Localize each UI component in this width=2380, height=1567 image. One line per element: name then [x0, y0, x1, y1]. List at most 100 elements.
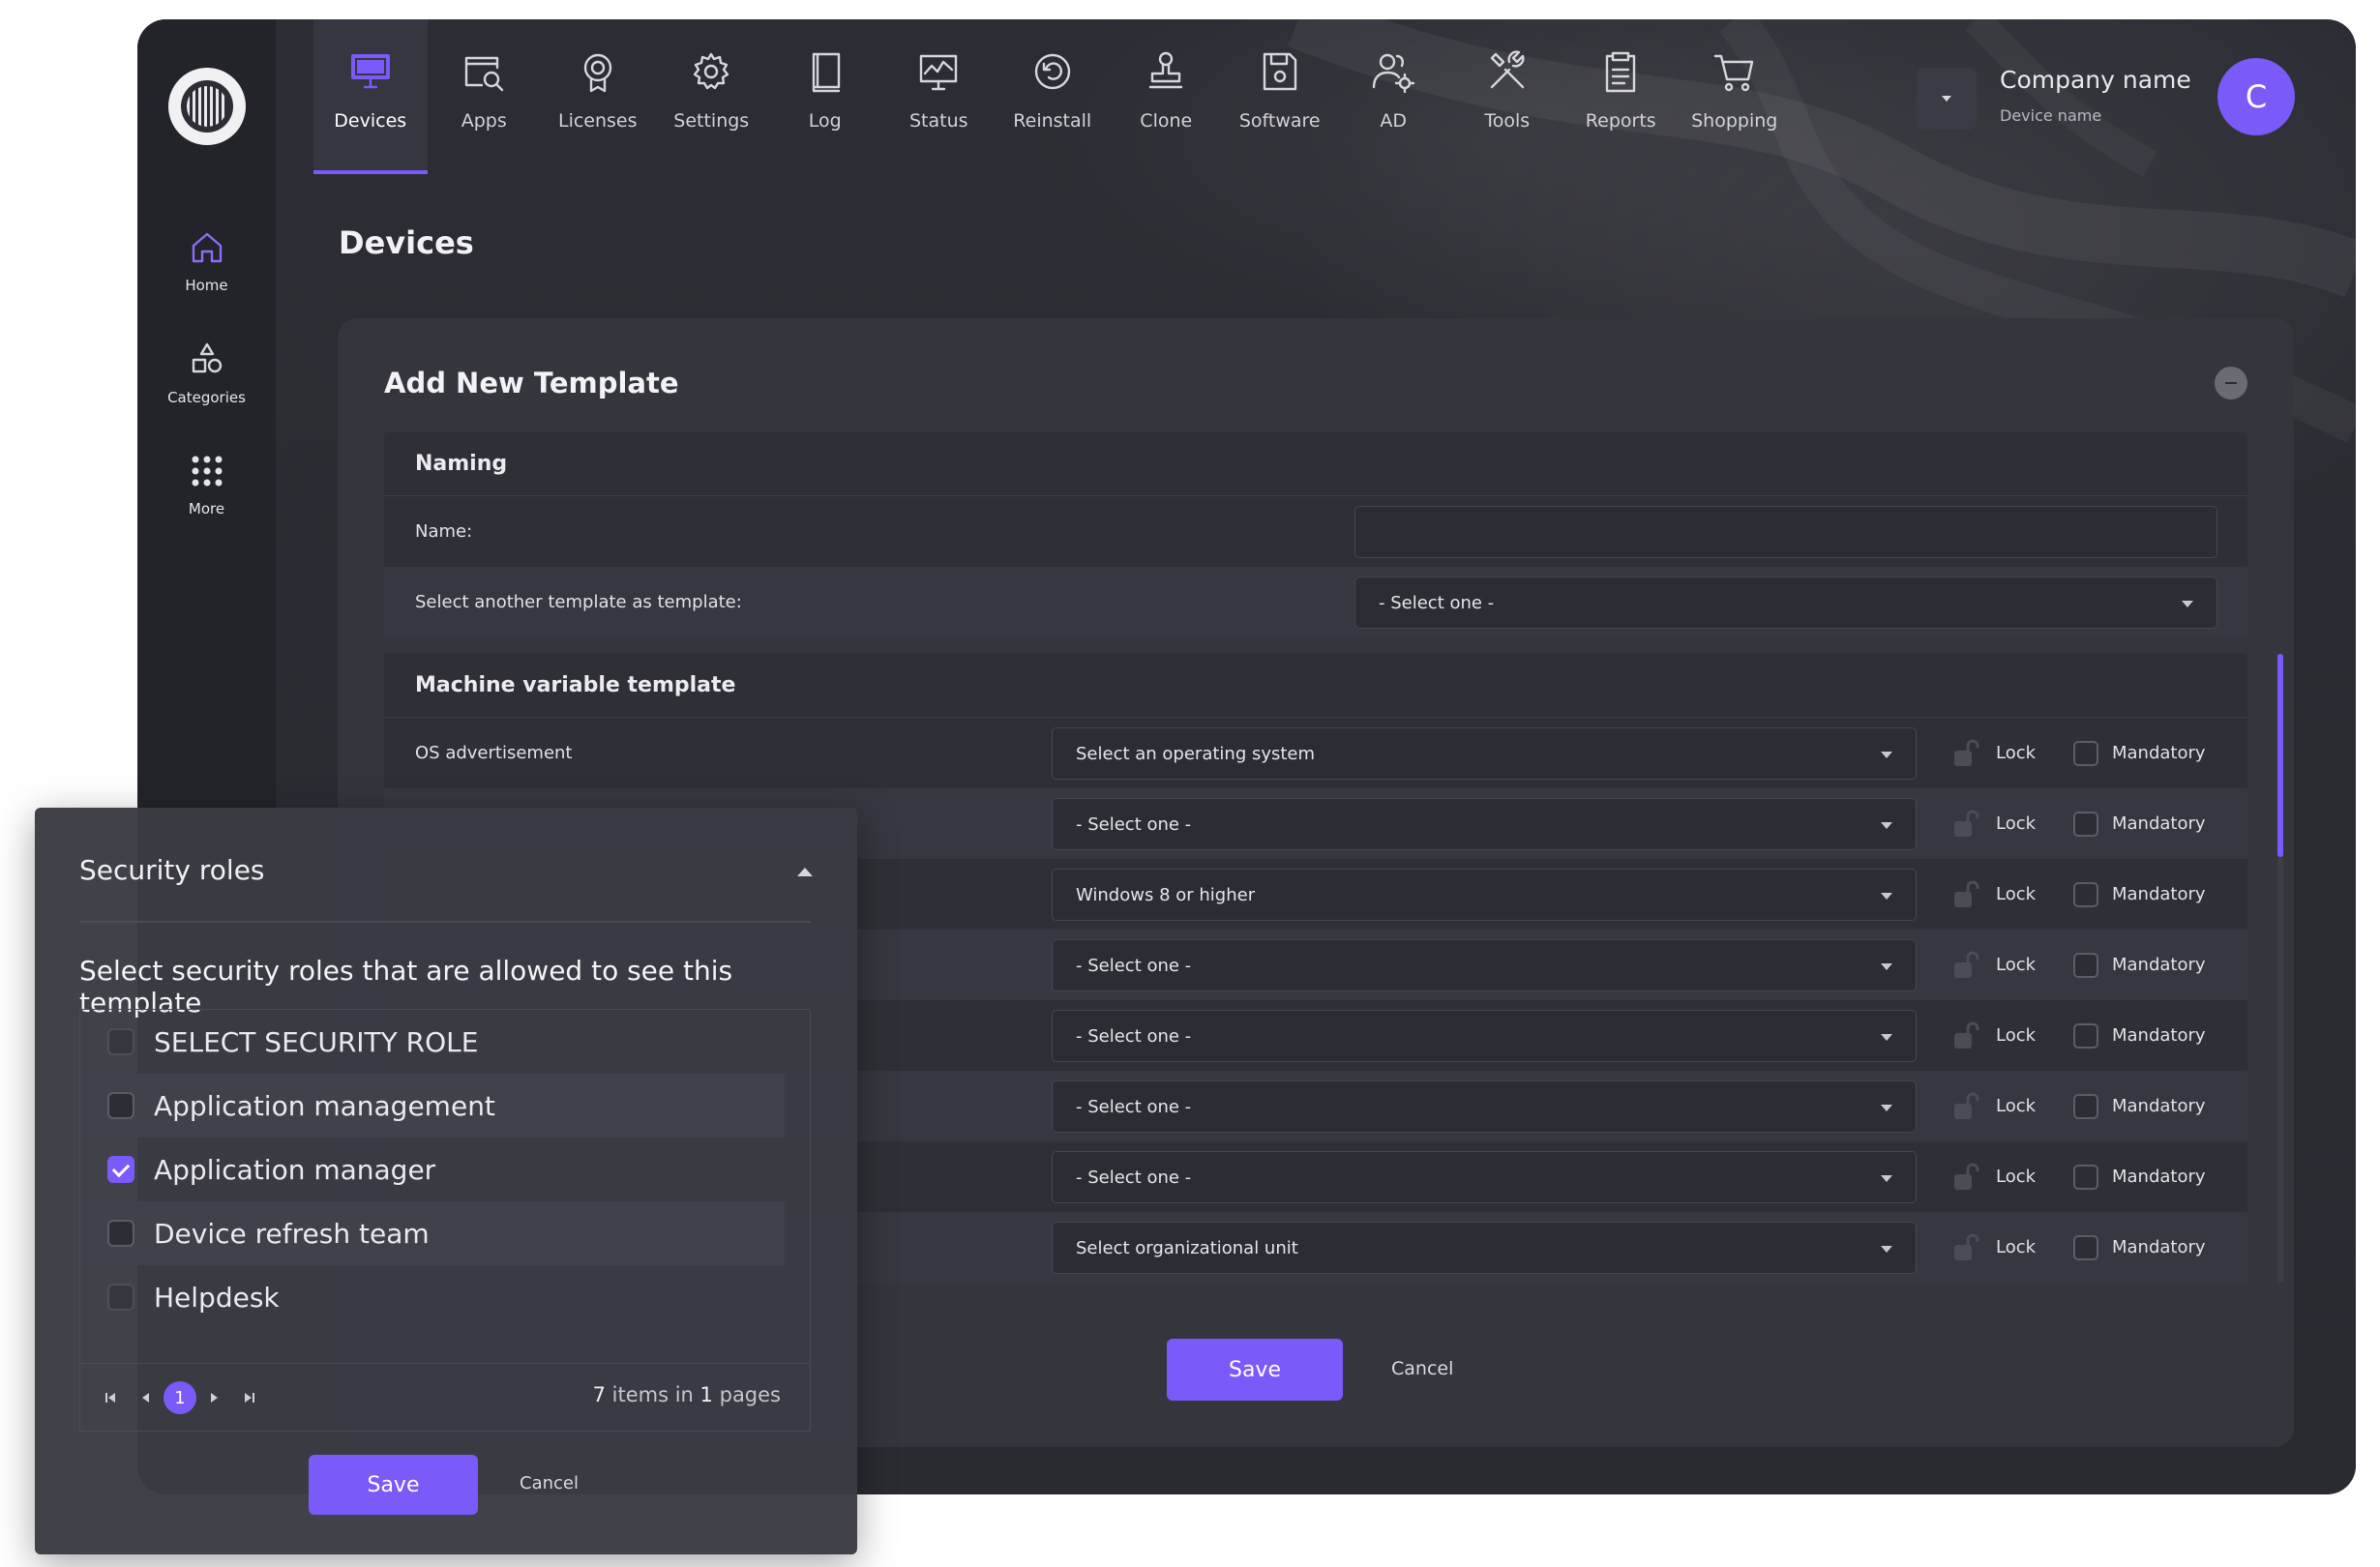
nav-settings[interactable]: Settings — [655, 19, 769, 174]
role-item[interactable]: Helpdesk — [80, 1265, 785, 1329]
chevron-down-icon — [1942, 96, 1951, 102]
variable-select[interactable]: Select an operating system — [1052, 727, 1917, 780]
sidebar-item-more[interactable]: More — [137, 450, 276, 517]
current-page[interactable]: 1 — [164, 1381, 196, 1414]
mandatory-checkbox[interactable]: Mandatory — [2073, 718, 2206, 788]
checkbox[interactable] — [2073, 1022, 2098, 1049]
variable-select[interactable]: - Select one - — [1052, 798, 1917, 850]
lock-toggle[interactable]: Lock — [1949, 1141, 2036, 1212]
nav-label: Apps — [461, 110, 507, 132]
mandatory-checkbox[interactable]: Mandatory — [2073, 1212, 2206, 1283]
status-chart-icon — [920, 54, 958, 91]
lock-toggle[interactable]: Lock — [1949, 1000, 2036, 1071]
mandatory-checkbox[interactable]: Mandatory — [2073, 1071, 2206, 1141]
checkbox[interactable] — [2073, 811, 2098, 837]
checkbox[interactable] — [2073, 1093, 2098, 1119]
lock-label: Lock — [1996, 884, 2037, 904]
checkbox[interactable] — [2073, 952, 2098, 978]
nav-ad[interactable]: AD — [1337, 19, 1451, 174]
sidebar-item-label: More — [188, 500, 225, 517]
chevron-down-icon — [1881, 893, 1892, 900]
section-heading: Machine variable template — [384, 654, 2247, 718]
cancel-button[interactable]: Cancel — [1391, 1358, 1453, 1379]
nav-apps[interactable]: Apps — [428, 19, 542, 174]
save-button[interactable]: Save — [1167, 1339, 1343, 1401]
role-checkbox[interactable] — [107, 1220, 134, 1247]
nav-tools[interactable]: Tools — [1450, 19, 1564, 174]
role-label: SELECT SECURITY ROLE — [154, 1025, 479, 1058]
lock-toggle[interactable]: Lock — [1949, 718, 2036, 788]
role-item-select-all[interactable]: SELECT SECURITY ROLE — [80, 1010, 785, 1074]
avatar[interactable]: C — [2217, 58, 2295, 135]
first-page-icon[interactable] — [94, 1381, 127, 1414]
variable-select[interactable]: Select organizational unit — [1052, 1222, 1917, 1274]
popup-save-button[interactable]: Save — [309, 1455, 478, 1515]
nav-clone[interactable]: Clone — [1110, 19, 1224, 174]
variable-select[interactable]: - Select one - — [1052, 1010, 1917, 1062]
role-checkbox[interactable] — [107, 1284, 134, 1311]
nav-status[interactable]: Status — [882, 19, 997, 174]
role-item[interactable]: Application manager — [80, 1138, 785, 1201]
chevron-down-icon — [1881, 822, 1892, 829]
variable-select[interactable]: Windows 8 or higher — [1052, 869, 1917, 921]
checkbox[interactable] — [2073, 1164, 2098, 1190]
checkbox[interactable] — [2073, 740, 2098, 766]
nav-licenses[interactable]: Licenses — [541, 19, 655, 174]
checkbox[interactable] — [2073, 881, 2098, 907]
nav-devices[interactable]: Devices — [313, 19, 428, 174]
mandatory-label: Mandatory — [2112, 1237, 2206, 1257]
company-dropdown[interactable] — [1917, 68, 1977, 130]
checkbox[interactable] — [2073, 1234, 2098, 1260]
sidebar-item-home[interactable]: Home — [137, 226, 276, 294]
nav-label: Status — [908, 110, 968, 132]
security-role-list: SELECT SECURITY ROLE Application managem… — [79, 1009, 811, 1364]
unlock-icon — [1954, 1233, 1979, 1260]
variable-select[interactable]: - Select one - — [1052, 939, 1917, 991]
scrollbar-thumb[interactable] — [2277, 654, 2283, 857]
unlock-icon — [1954, 1021, 1979, 1049]
chevron-down-icon — [1881, 1175, 1892, 1182]
template-select[interactable]: - Select one - — [1354, 577, 2217, 629]
nav-software[interactable]: Software — [1223, 19, 1337, 174]
nav-reinstall[interactable]: Reinstall — [996, 19, 1110, 174]
sidebar-item-categories[interactable]: Categories — [137, 339, 276, 406]
role-item[interactable]: Application management — [80, 1074, 785, 1138]
last-page-icon[interactable] — [233, 1381, 266, 1414]
page-title: Devices — [339, 224, 474, 261]
lock-toggle[interactable]: Lock — [1949, 1212, 2036, 1283]
collapse-button[interactable] — [2215, 367, 2247, 399]
role-item[interactable]: Device refresh team — [80, 1201, 785, 1265]
role-checkbox-checked[interactable] — [107, 1156, 134, 1183]
popup-cancel-button[interactable]: Cancel — [520, 1473, 579, 1493]
role-checkbox[interactable] — [107, 1092, 134, 1119]
select-value: - Select one - — [1076, 1167, 1192, 1188]
scrollbar[interactable] — [2277, 654, 2283, 1283]
select-value: - Select one - — [1379, 592, 1495, 613]
mandatory-checkbox[interactable]: Mandatory — [2073, 930, 2206, 1000]
nav-label: Devices — [334, 110, 407, 132]
chevron-down-icon — [2182, 601, 2193, 607]
lock-label: Lock — [1996, 1237, 2037, 1257]
next-page-icon[interactable] — [198, 1381, 231, 1414]
app-logo[interactable] — [168, 68, 246, 145]
mandatory-checkbox[interactable]: Mandatory — [2073, 788, 2206, 859]
role-label: Application management — [154, 1089, 495, 1122]
lock-toggle[interactable]: Lock — [1949, 1071, 2036, 1141]
lock-toggle[interactable]: Lock — [1949, 788, 2036, 859]
name-input[interactable] — [1354, 506, 2217, 558]
variable-select[interactable]: - Select one - — [1052, 1151, 1917, 1203]
variable-select[interactable]: - Select one - — [1052, 1080, 1917, 1133]
mandatory-checkbox[interactable]: Mandatory — [2073, 859, 2206, 930]
mandatory-checkbox[interactable]: Mandatory — [2073, 1141, 2206, 1212]
mandatory-checkbox[interactable]: Mandatory — [2073, 1000, 2206, 1071]
lock-toggle[interactable]: Lock — [1949, 859, 2036, 930]
prev-page-icon[interactable] — [129, 1381, 162, 1414]
nav-shopping[interactable]: Shopping — [1678, 19, 1792, 174]
lock-toggle[interactable]: Lock — [1949, 930, 2036, 1000]
role-checkbox[interactable] — [107, 1028, 134, 1055]
chevron-up-icon[interactable] — [797, 868, 813, 876]
book-icon — [812, 52, 840, 93]
nav-log[interactable]: Log — [768, 19, 882, 174]
nav-reports[interactable]: Reports — [1564, 19, 1679, 174]
pager-info: 7 items in 1 pages — [593, 1383, 781, 1406]
